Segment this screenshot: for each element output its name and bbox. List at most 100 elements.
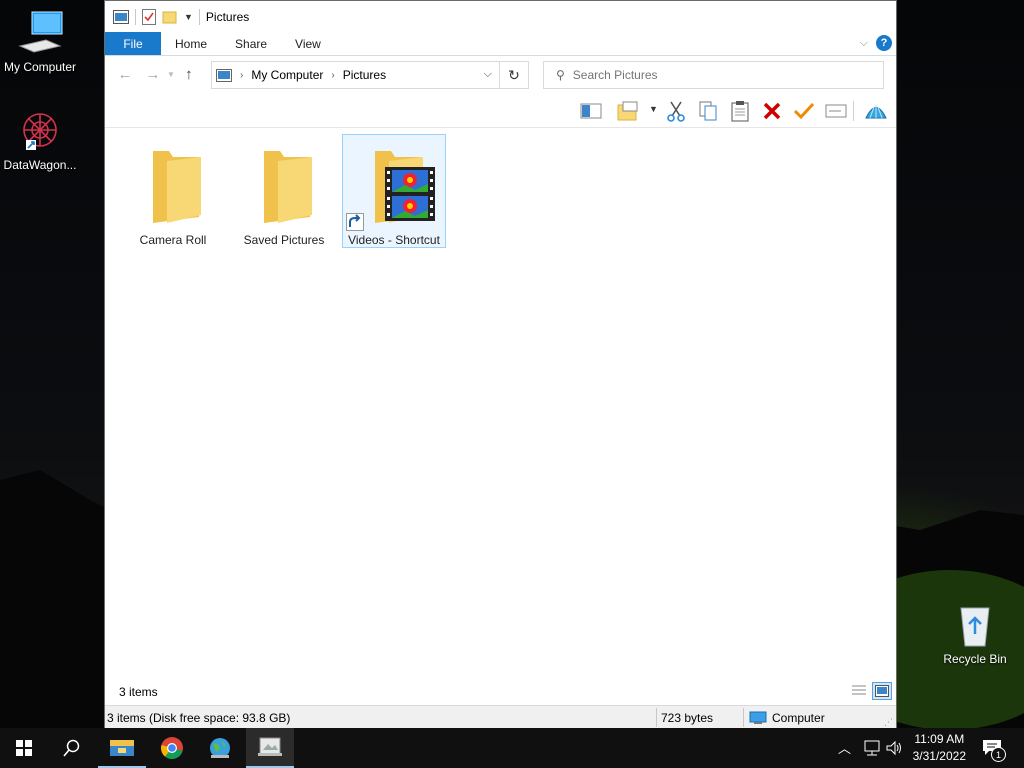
customize-toolbar-chevron-icon[interactable]: ▼ (184, 12, 193, 22)
taskbar-file-explorer[interactable] (98, 728, 146, 768)
selection-size: 723 bytes (661, 710, 714, 725)
shell-button[interactable] (865, 100, 887, 122)
copy-icon (699, 101, 717, 121)
folder-icon (264, 151, 312, 223)
taskbar-active-app[interactable] (246, 728, 294, 768)
breadcrumb-separator-icon[interactable]: › (240, 70, 243, 81)
desktop-icon-recycle-bin[interactable]: Recycle Bin (935, 602, 1015, 666)
search-icon: ⚲ (556, 68, 565, 82)
toolbar-separator (135, 8, 136, 25)
new-folder-icon[interactable] (162, 10, 178, 24)
file-explorer-window: ▼ Pictures File Home Share View ⌵ ? ← → … (104, 0, 897, 729)
tab-file[interactable]: File (105, 32, 161, 55)
search-icon (63, 739, 80, 757)
delete-button[interactable] (761, 100, 783, 122)
view-mode-button[interactable] (617, 100, 639, 122)
large-icons-view-button[interactable] (872, 682, 892, 700)
rename-button[interactable] (825, 100, 847, 122)
properties-icon[interactable] (142, 8, 156, 25)
details-bar: 3 items (Disk free space: 93.8 GB) 723 b… (105, 705, 896, 729)
window-app-icon (113, 9, 129, 24)
action-center-button[interactable]: 1 (978, 736, 1008, 762)
tab-view[interactable]: View (281, 32, 335, 55)
ribbon-tabs: File Home Share View ⌵ ? (105, 32, 896, 56)
command-toolbar: ▼ (105, 93, 896, 128)
address-dropdown-chevron-icon[interactable]: ⌵ (484, 68, 492, 81)
item-count: 3 items (119, 685, 158, 699)
breadcrumb-pictures[interactable]: Pictures (343, 68, 386, 82)
shortcut-arrow-icon (346, 213, 364, 231)
location-label: Computer (772, 710, 825, 725)
clipboard-icon (731, 101, 749, 122)
shortcut-item-videos[interactable]: Videos - Shortcut (342, 134, 446, 248)
navigation-bar: ← → ▼ ↑ › My Computer › Pictures ⌵ ↻ ⚲ (105, 56, 896, 93)
address-bar[interactable]: › My Computer › Pictures ⌵ (211, 61, 529, 89)
refresh-button[interactable]: ↻ (499, 61, 529, 89)
desktop-icon-datawagon[interactable]: DataWagon... (0, 108, 80, 172)
up-arrow-icon[interactable]: ↑ (175, 66, 203, 83)
volume-icon[interactable] (886, 740, 904, 756)
refresh-icon: ↻ (508, 66, 520, 83)
folder-icon (153, 151, 201, 223)
preview-pane-icon (580, 103, 602, 119)
breadcrumb-separator-icon[interactable]: › (331, 70, 334, 81)
show-hidden-icons-chevron-icon[interactable]: ︿ (838, 738, 851, 757)
shell-icon (865, 105, 887, 119)
status-bar: 3 items (105, 680, 896, 704)
toolbar-separator (198, 8, 200, 25)
preview-pane-button[interactable] (580, 100, 602, 122)
resize-grip-icon[interactable]: ⋰ (884, 717, 893, 728)
chrome-icon (161, 737, 183, 759)
location-icon (216, 68, 232, 82)
network-icon[interactable] (863, 740, 881, 756)
recycle-bin-icon (960, 607, 990, 647)
tab-home[interactable]: Home (161, 32, 221, 55)
video-filmstrip-icon (385, 167, 435, 221)
status-separator (656, 708, 657, 727)
help-icon[interactable]: ? (876, 35, 892, 51)
taskbar-search-button[interactable] (48, 728, 96, 768)
item-label: Camera Roll (139, 233, 207, 247)
back-arrow-icon[interactable]: ← (111, 66, 139, 83)
taskbar: ︿ 11:09 AM 3/31/2022 1 (0, 728, 1024, 768)
search-box: ⚲ (543, 61, 884, 89)
quick-access-toolbar: ▼ (113, 8, 200, 25)
taskbar-globe-app[interactable] (196, 728, 244, 768)
rename-icon (825, 104, 847, 118)
search-input[interactable] (570, 67, 865, 83)
cut-button[interactable] (665, 100, 687, 122)
clock-date: 3/31/2022 (912, 749, 966, 763)
breadcrumb-my-computer[interactable]: My Computer (251, 68, 323, 82)
desktop-icon-my-computer[interactable]: My Computer (0, 10, 80, 74)
view-mode-chevron-icon[interactable]: ▼ (649, 104, 658, 114)
tab-share[interactable]: Share (221, 32, 281, 55)
file-list-area[interactable]: Camera Roll Saved Pictures Videos - Shor… (105, 128, 896, 678)
taskbar-chrome[interactable] (148, 728, 196, 768)
desktop-icon-label: Recycle Bin (943, 652, 1007, 666)
item-label: Saved Pictures (243, 233, 325, 247)
datawagon-icon (23, 113, 57, 150)
toolbar-separator (853, 101, 854, 121)
recent-locations-chevron-icon[interactable]: ▼ (167, 70, 175, 79)
scissors-icon (667, 101, 685, 122)
notification-count-badge: 1 (991, 747, 1006, 762)
forward-arrow-icon[interactable]: → (139, 66, 167, 83)
start-button[interactable] (0, 728, 48, 768)
file-explorer-icon (110, 740, 134, 756)
paste-button[interactable] (729, 100, 751, 122)
folder-item-saved-pictures[interactable]: Saved Pictures (232, 135, 336, 249)
system-clock[interactable]: 11:09 AM 3/31/2022 (913, 731, 966, 765)
folder-item-camera-roll[interactable]: Camera Roll (121, 135, 225, 249)
image-viewer-icon (258, 737, 282, 756)
select-button[interactable] (793, 100, 815, 122)
title-bar: ▼ Pictures (105, 1, 896, 32)
computer-zone-icon (749, 711, 767, 724)
copy-button[interactable] (697, 100, 719, 122)
expand-ribbon-chevron-icon[interactable]: ⌵ (860, 37, 868, 50)
details-view-button[interactable] (850, 683, 868, 699)
status-separator (743, 708, 744, 727)
large-icons-view-icon (875, 685, 889, 697)
checkmark-icon (793, 102, 815, 120)
computer-icon (18, 11, 63, 53)
globe-icon (210, 738, 230, 758)
